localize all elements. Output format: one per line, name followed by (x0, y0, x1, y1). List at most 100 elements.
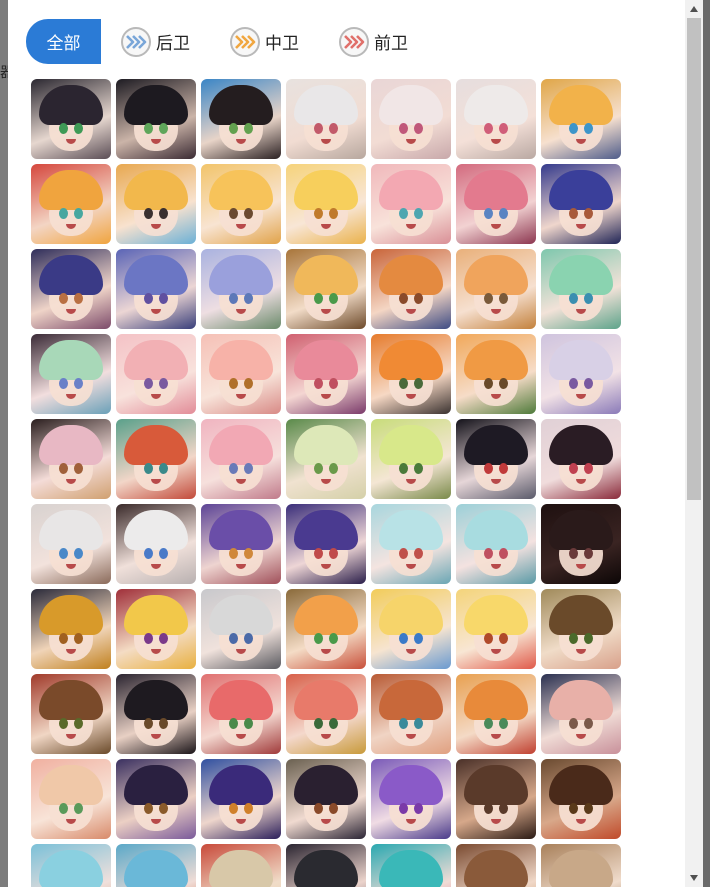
character-avatar[interactable] (371, 164, 451, 244)
character-avatar[interactable] (456, 674, 536, 754)
character-avatar[interactable] (31, 589, 111, 669)
character-avatar[interactable] (541, 419, 621, 499)
character-avatar[interactable] (456, 504, 536, 584)
character-avatar[interactable] (541, 249, 621, 329)
character-avatar[interactable] (116, 589, 196, 669)
character-avatar[interactable] (541, 504, 621, 584)
character-avatar[interactable] (456, 589, 536, 669)
character-avatar[interactable] (541, 79, 621, 159)
character-avatar[interactable] (116, 504, 196, 584)
tab-front-guard[interactable]: 前卫 (339, 19, 408, 64)
avatar-hair (379, 510, 443, 550)
character-avatar[interactable] (286, 674, 366, 754)
character-avatar[interactable] (31, 249, 111, 329)
avatar-right-eye (329, 293, 338, 304)
avatar-hair (39, 425, 103, 465)
character-avatar[interactable] (456, 844, 536, 887)
avatar-left-eye (399, 123, 408, 134)
character-avatar[interactable] (541, 334, 621, 414)
character-avatar[interactable] (371, 79, 451, 159)
character-avatar[interactable] (31, 674, 111, 754)
scroll-up-arrow-icon[interactable] (685, 0, 703, 18)
character-avatar[interactable] (31, 504, 111, 584)
character-avatar[interactable] (116, 419, 196, 499)
character-avatar[interactable] (371, 759, 451, 839)
character-avatar[interactable] (286, 164, 366, 244)
character-avatar[interactable] (456, 249, 536, 329)
character-avatar[interactable] (456, 164, 536, 244)
character-avatar[interactable] (31, 334, 111, 414)
character-avatar[interactable] (201, 334, 281, 414)
character-avatar[interactable] (201, 674, 281, 754)
vertical-scrollbar[interactable] (685, 0, 703, 887)
character-avatar[interactable] (541, 844, 621, 887)
character-avatar[interactable] (201, 249, 281, 329)
avatar-left-eye (399, 293, 408, 304)
character-avatar[interactable] (31, 79, 111, 159)
character-avatar[interactable] (456, 419, 536, 499)
avatar-right-eye (584, 378, 593, 389)
character-avatar[interactable] (371, 419, 451, 499)
character-avatar[interactable] (201, 164, 281, 244)
avatar-right-eye (244, 378, 253, 389)
character-avatar[interactable] (116, 334, 196, 414)
avatar-hair (464, 595, 528, 635)
scroll-down-arrow-icon[interactable] (685, 869, 703, 887)
avatar-hair (209, 765, 273, 805)
character-avatar[interactable] (116, 79, 196, 159)
character-avatar[interactable] (456, 79, 536, 159)
tab-all-label: 全部 (46, 34, 81, 54)
character-avatar[interactable] (541, 164, 621, 244)
tab-rear-guard-label: 后卫 (156, 34, 190, 54)
character-avatar[interactable] (116, 759, 196, 839)
character-avatar[interactable] (116, 249, 196, 329)
character-avatar[interactable] (286, 249, 366, 329)
avatar-hair (124, 425, 188, 465)
character-avatar[interactable] (201, 759, 281, 839)
avatar-left-eye (314, 293, 323, 304)
avatar-hair (209, 510, 273, 550)
avatar-left-eye (484, 123, 493, 134)
character-avatar[interactable] (456, 759, 536, 839)
character-avatar[interactable] (371, 334, 451, 414)
tab-middle-guard[interactable]: 中卫 (230, 19, 299, 64)
character-avatar[interactable] (116, 844, 196, 887)
character-avatar[interactable] (116, 164, 196, 244)
tab-rear-guard[interactable]: 后卫 (121, 19, 190, 64)
character-avatar[interactable] (201, 844, 281, 887)
avatar-right-eye (499, 633, 508, 644)
character-avatar[interactable] (541, 589, 621, 669)
character-avatar[interactable] (286, 504, 366, 584)
character-avatar[interactable] (286, 589, 366, 669)
avatar-right-eye (414, 378, 423, 389)
avatar-hair (549, 85, 613, 125)
character-avatar[interactable] (286, 419, 366, 499)
avatar-right-eye (159, 208, 168, 219)
character-avatar[interactable] (371, 674, 451, 754)
character-avatar[interactable] (201, 79, 281, 159)
character-avatar[interactable] (201, 419, 281, 499)
avatar-right-eye (414, 803, 423, 814)
tab-all[interactable]: 全部 (26, 19, 101, 64)
character-avatar[interactable] (371, 589, 451, 669)
character-avatar[interactable] (201, 589, 281, 669)
character-avatar[interactable] (286, 334, 366, 414)
scrollbar-thumb[interactable] (687, 18, 701, 500)
character-avatar[interactable] (31, 419, 111, 499)
character-avatar[interactable] (371, 504, 451, 584)
character-avatar[interactable] (456, 334, 536, 414)
character-avatar[interactable] (371, 249, 451, 329)
character-avatar[interactable] (541, 674, 621, 754)
character-avatar[interactable] (31, 759, 111, 839)
character-avatar[interactable] (286, 844, 366, 887)
character-avatar[interactable] (201, 504, 281, 584)
character-avatar[interactable] (31, 844, 111, 887)
avatar-hair (464, 255, 528, 295)
avatar-hair (464, 85, 528, 125)
character-avatar[interactable] (31, 164, 111, 244)
character-avatar[interactable] (286, 79, 366, 159)
character-avatar[interactable] (286, 759, 366, 839)
character-avatar[interactable] (371, 844, 451, 887)
character-avatar[interactable] (116, 674, 196, 754)
character-avatar[interactable] (541, 759, 621, 839)
